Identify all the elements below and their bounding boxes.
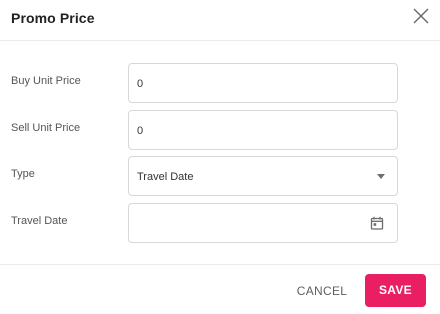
sell-unit-price-row: Sell Unit Price 0 <box>0 110 440 150</box>
dialog-footer: CANCEL SAVE <box>0 264 440 314</box>
buy-unit-price-input[interactable]: 0 <box>128 63 398 103</box>
sell-unit-price-label: Sell Unit Price <box>11 122 81 134</box>
buy-unit-price-label: Buy Unit Price <box>11 75 81 87</box>
promo-price-dialog: Promo Price Buy Unit Price 0 Sell Unit P… <box>0 0 440 314</box>
save-button[interactable]: SAVE <box>365 274 426 307</box>
travel-date-label: Travel Date <box>11 215 68 227</box>
cancel-button[interactable]: CANCEL <box>292 277 352 305</box>
dialog-title: Promo Price <box>11 10 95 26</box>
calendar-icon[interactable] <box>370 216 384 230</box>
sell-unit-price-value: 0 <box>137 125 144 137</box>
dialog-header: Promo Price <box>0 0 440 41</box>
dropdown-arrow-icon <box>377 174 385 179</box>
travel-date-input[interactable] <box>128 203 398 243</box>
close-icon[interactable] <box>411 6 431 26</box>
buy-unit-price-row: Buy Unit Price 0 <box>0 63 440 103</box>
travel-date-row: Travel Date <box>0 203 440 243</box>
type-label: Type <box>11 168 35 180</box>
buy-unit-price-value: 0 <box>137 78 144 90</box>
sell-unit-price-input[interactable]: 0 <box>128 110 398 150</box>
type-selected-value: Travel Date <box>137 171 194 183</box>
type-row: Type Travel Date <box>0 156 440 196</box>
type-select[interactable]: Travel Date <box>128 156 398 196</box>
